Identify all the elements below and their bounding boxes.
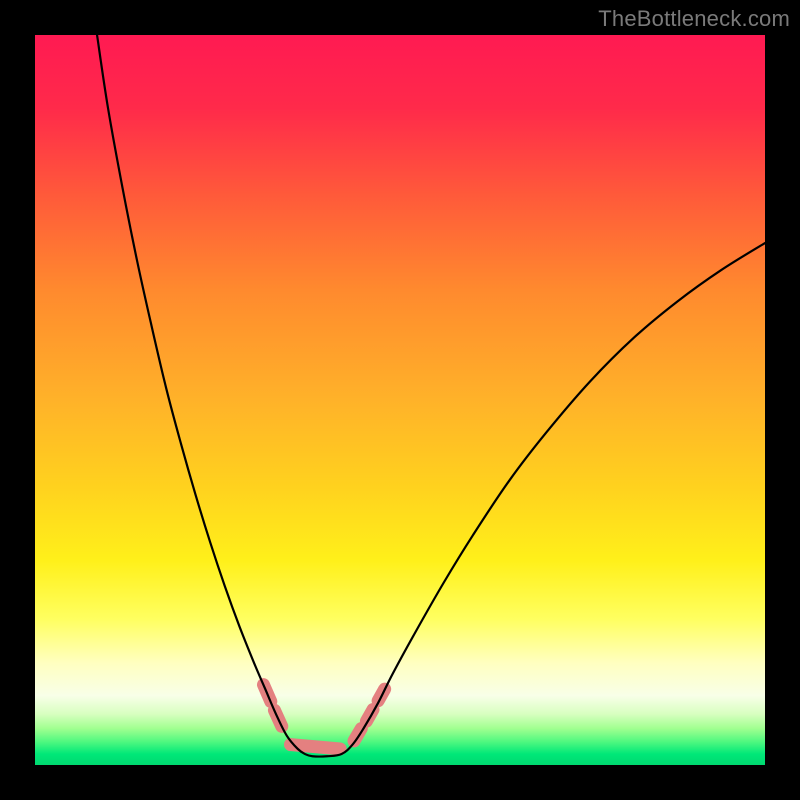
chart-svg (35, 35, 765, 765)
chart-frame: TheBottleneck.com (0, 0, 800, 800)
watermark-text: TheBottleneck.com (598, 6, 790, 32)
plot-area (35, 35, 765, 765)
gradient-background (35, 35, 765, 765)
